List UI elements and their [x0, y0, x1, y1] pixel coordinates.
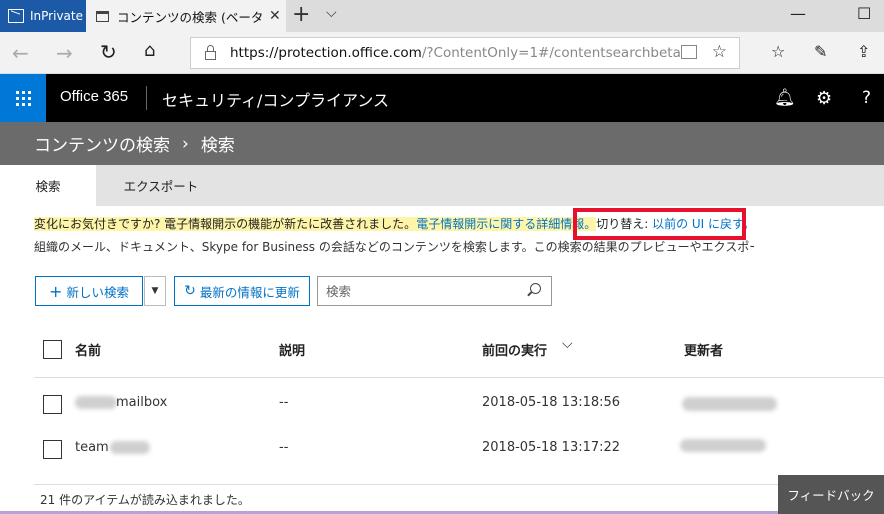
tab-export-label: エクスポート: [123, 179, 199, 194]
column-header-modified-by[interactable]: 更新者: [684, 340, 723, 359]
column-header-name[interactable]: 名前: [75, 340, 101, 359]
redacted-name-prefix: [75, 396, 117, 409]
search-icon[interactable]: [530, 283, 541, 294]
inprivate-label: InPrivate: [30, 9, 83, 23]
content-tabs: 検索 エクスポート: [0, 165, 884, 206]
home-icon[interactable]: ⌂: [144, 40, 155, 61]
redacted-modified-by: [680, 439, 766, 452]
footer-separator: [34, 484, 779, 485]
browser-tab[interactable]: コンテンツの検索 (ベータ版) ✕: [86, 0, 286, 32]
row-name[interactable]: team: [75, 440, 109, 455]
highlight-annotation-box: [573, 208, 746, 240]
notification-bell-icon[interactable]: 🔔︎: [774, 88, 796, 108]
tab-title: コンテンツの検索 (ベータ版): [117, 9, 263, 25]
plus-icon: +: [49, 281, 63, 301]
address-bar-row: ← → ↻ ⌂ https://protection.office.com/?C…: [0, 32, 884, 74]
header-divider: [146, 86, 147, 110]
ediscovery-info-link[interactable]: 電子情報開示に関する詳細情報。: [416, 217, 596, 231]
url-path: /?ContentOnly=1#/contentsearchbeta: [421, 45, 681, 61]
office365-brand[interactable]: Office 365: [60, 88, 128, 105]
row-last-run: 2018-05-18 13:18:56: [482, 395, 621, 410]
column-header-description[interactable]: 説明: [279, 340, 305, 359]
notice-text: 変化にお気付きですか? 電子情報開示の機能が新たに改善されました。: [34, 217, 417, 231]
o365-header: Office 365 セキュリティ/コンプライアンス 🔔︎ ⚙ ?: [0, 74, 884, 122]
breadcrumb: コンテンツの検索 › 検索: [0, 122, 884, 165]
reading-view-icon[interactable]: [681, 45, 697, 59]
tab-search-label: 検索: [35, 179, 61, 194]
close-tab-icon[interactable]: ✕: [269, 8, 281, 24]
tab-search[interactable]: 検索: [0, 165, 96, 206]
url-field[interactable]: https://protection.office.com/?ContentOn…: [190, 37, 740, 69]
back-arrow-icon[interactable]: ←: [12, 41, 29, 65]
row-checkbox[interactable]: [43, 395, 62, 414]
row-checkbox[interactable]: [43, 440, 62, 459]
gear-icon[interactable]: ⚙: [816, 88, 832, 109]
redacted-name-suffix: [110, 441, 150, 454]
refresh-label: 最新の情報に更新: [199, 284, 300, 300]
row-name[interactable]: mailbox: [116, 395, 167, 410]
pen-icon[interactable]: ✎: [814, 42, 827, 61]
feedback-button[interactable]: フィードバック: [778, 475, 884, 514]
caret-down-icon: ▼: [151, 286, 159, 296]
breadcrumb-current: 検索: [200, 136, 235, 156]
refresh-button[interactable]: ↻ 最新の情報に更新: [174, 276, 310, 306]
select-all-checkbox[interactable]: [43, 340, 62, 359]
help-icon[interactable]: ?: [862, 88, 871, 108]
notice-highlight: 変化にお気付きですか? 電子情報開示の機能が新たに改善されました。電子情報開示に…: [34, 217, 597, 231]
row-description: --: [279, 395, 289, 410]
search-box: [317, 276, 552, 306]
inprivate-badge: InPrivate: [0, 0, 86, 32]
app-name: セキュリティ/コンプライアンス: [162, 91, 389, 110]
browser-tab-bar: InPrivate コンテンツの検索 (ベータ版) ✕ + ⌵ — ☐: [0, 0, 884, 32]
refresh-icon[interactable]: ↻: [100, 40, 117, 64]
header-separator: [34, 377, 884, 378]
forward-arrow-icon[interactable]: →: [56, 41, 73, 65]
breadcrumb-parent[interactable]: コンテンツの検索: [34, 131, 170, 156]
refresh-icon: ↻: [184, 283, 196, 299]
favorites-list-icon[interactable]: ☆: [771, 42, 785, 61]
row-last-run: 2018-05-18 13:17:22: [482, 440, 621, 455]
new-tab-button[interactable]: +: [292, 3, 310, 27]
tab-export[interactable]: エクスポート: [96, 165, 226, 206]
row-description: --: [279, 440, 289, 455]
tab-list-chevron-icon[interactable]: ⌵: [326, 5, 337, 21]
sort-chevron-down-icon[interactable]: ⌵: [562, 336, 573, 352]
search-input[interactable]: [318, 277, 518, 305]
app-launcher-waffle-icon[interactable]: [0, 74, 46, 122]
minimize-button[interactable]: —: [790, 4, 806, 23]
column-header-last-run[interactable]: 前回の実行: [482, 340, 547, 359]
status-text: 21 件のアイテムが読み込まれました。: [40, 493, 250, 507]
new-search-button[interactable]: + 新しい検索: [35, 276, 143, 306]
page-description: 組織のメール、ドキュメント、Skype for Business の会話などのコ…: [34, 240, 754, 254]
url-host: https://protection.office.com: [230, 45, 422, 61]
new-search-label: 新しい検索: [66, 284, 129, 300]
share-icon[interactable]: ⇪: [857, 42, 870, 61]
inprivate-icon: [8, 9, 24, 23]
redacted-modified-by: [682, 397, 777, 411]
page-icon: [96, 10, 109, 22]
favorite-star-icon[interactable]: ☆: [712, 42, 727, 62]
new-search-dropdown[interactable]: ▼: [144, 276, 166, 306]
maximize-button[interactable]: ☐: [857, 4, 871, 23]
breadcrumb-chevron-icon: ›: [182, 133, 189, 154]
lock-icon: [205, 44, 216, 60]
